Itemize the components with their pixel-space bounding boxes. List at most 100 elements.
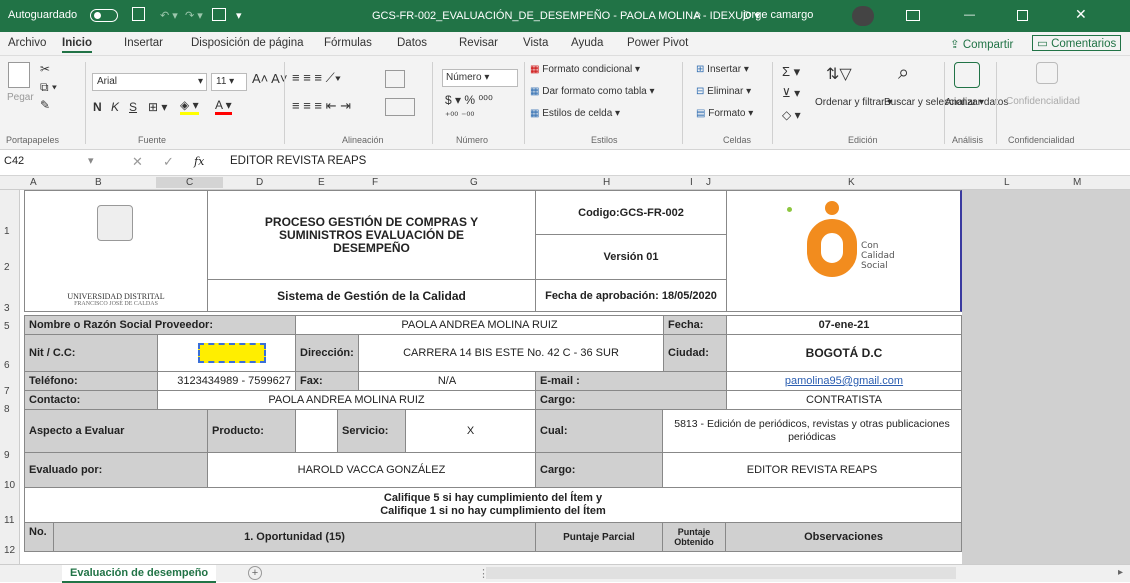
column-header[interactable]: G	[470, 177, 478, 188]
enter-icon[interactable]: ✓	[163, 154, 174, 170]
column-header[interactable]: K	[848, 177, 855, 188]
name-box[interactable]: C42	[4, 155, 84, 167]
horizontal-scrollbar[interactable]	[486, 567, 956, 579]
row-header[interactable]: 2	[4, 262, 10, 273]
document-code[interactable]: Codigo:GCS-FR-002	[535, 190, 727, 235]
grow-font-icon[interactable]: A˄ A˅	[252, 71, 287, 86]
fill-icon[interactable]: ⊻ ▾	[782, 86, 800, 100]
copy-icon[interactable]: ⧉ ▾	[40, 80, 57, 95]
process-title[interactable]: PROCESO GESTIÓN DE COMPRAS Y SUMINISTROS…	[207, 190, 536, 280]
column-header[interactable]: I	[690, 177, 693, 188]
row-header[interactable]: 6	[4, 360, 10, 371]
formula-input[interactable]: EDITOR REVISTA REAPS	[230, 155, 366, 167]
service-value[interactable]: X	[405, 409, 536, 453]
row-header[interactable]: 1	[4, 226, 10, 237]
city-value[interactable]: BOGOTÁ D.C	[726, 334, 962, 372]
name-box-dropdown-icon[interactable]: ▾	[88, 154, 94, 167]
cut-icon[interactable]: ✂	[40, 62, 50, 76]
insert-cells-button[interactable]: ⊞ Insertar ▾	[696, 64, 749, 75]
university-logo-cell[interactable]: UNIVERSIDAD DISTRITAL FRANCISCO JOSÉ DE …	[24, 190, 208, 312]
close-icon[interactable]: ✕	[1075, 6, 1087, 23]
row-header[interactable]: 12	[4, 545, 15, 556]
column-header[interactable]: M	[1073, 177, 1081, 188]
avatar[interactable]	[852, 6, 874, 26]
font-size-select[interactable]: 11 ▾	[211, 73, 247, 91]
phone-value[interactable]: 3123434989 - 7599627	[157, 371, 296, 391]
share-button[interactable]: ⇪ Compartir	[950, 37, 1013, 51]
analyze-data-label[interactable]: Analizar datos	[945, 96, 1008, 109]
row-header[interactable]: 8	[4, 404, 10, 415]
add-sheet-icon[interactable]: +	[248, 566, 262, 580]
sensitivity-icon[interactable]	[1036, 62, 1058, 84]
minimize-icon[interactable]: —	[964, 9, 975, 21]
cancel-icon[interactable]: ✕	[132, 154, 143, 170]
date-value[interactable]: 07-ene-21	[726, 315, 962, 335]
analyze-data-icon[interactable]	[954, 62, 980, 88]
tab-datos[interactable]: Datos	[397, 37, 427, 49]
number-format-select[interactable]: Número ▾	[442, 69, 518, 87]
find-icon[interactable]: ⌕	[898, 62, 909, 85]
fax-value[interactable]: N/A	[358, 371, 536, 391]
wrap-text-icon[interactable]	[385, 70, 405, 88]
delete-cells-button[interactable]: ⊟ Eliminar ▾	[696, 86, 751, 97]
column-header[interactable]: J	[706, 177, 711, 188]
tab-ayuda[interactable]: Ayuda	[571, 37, 603, 49]
which-value[interactable]: 5813 - Edición de periódicos, revistas y…	[662, 409, 962, 453]
quality-system-title[interactable]: Sistema de Gestión de la Calidad	[207, 279, 536, 312]
sensitivity-label[interactable]: Confidencialidad	[1006, 96, 1080, 107]
undo-icon[interactable]: ↶ ▾	[160, 9, 178, 22]
row-header[interactable]: 11	[4, 515, 14, 526]
scroll-right-icon[interactable]: ▸	[1118, 567, 1123, 578]
rating-instructions[interactable]: Califique 5 si hay cumplimiento del Ítem…	[24, 487, 962, 523]
tab-revisar[interactable]: Revisar	[459, 37, 498, 49]
font-name-select[interactable]: Arial ▾	[92, 73, 207, 91]
supplier-name-value[interactable]: PAOLA ANDREA MOLINA RUIZ	[295, 315, 664, 335]
column-header[interactable]: H	[603, 177, 610, 188]
column-header[interactable]: D	[256, 177, 263, 188]
column-header[interactable]: C	[156, 177, 224, 188]
row-header[interactable]: 7	[4, 386, 10, 397]
redo-icon[interactable]: ↷ ▾	[185, 9, 203, 22]
customize-qat-icon[interactable]: ▾	[236, 9, 242, 22]
borders-icon[interactable]: ⊞ ▾	[148, 100, 167, 114]
autosave-toggle[interactable]	[90, 9, 118, 22]
format-painter-icon[interactable]: ✎	[40, 98, 50, 112]
nit-value[interactable]	[157, 334, 296, 372]
tab-formulas[interactable]: Fórmulas	[324, 37, 372, 49]
role-value[interactable]: CONTRATISTA	[726, 390, 962, 410]
insert-function-icon[interactable]: fx	[194, 155, 204, 168]
paste-icon[interactable]	[8, 62, 30, 88]
format-cells-button[interactable]: ▤ Formato ▾	[696, 108, 753, 119]
sort-filter-label[interactable]: Ordenar y filtrar ▾	[815, 96, 892, 109]
ribbon-display-icon[interactable]	[906, 10, 920, 21]
tab-vista[interactable]: Vista	[523, 37, 548, 49]
tab-insertar[interactable]: Insertar	[124, 37, 163, 49]
tab-inicio[interactable]: Inicio	[62, 37, 93, 53]
quick-table-icon[interactable]	[212, 8, 226, 21]
align-left-icon[interactable]: ≡ ≡ ≡ ⇤ ⇥	[292, 98, 351, 114]
address-value[interactable]: CARRERA 14 BIS ESTE No. 42 C - 36 SUR	[358, 334, 664, 372]
sort-filter-icon[interactable]: ⇅▽	[826, 64, 852, 84]
comments-button[interactable]: ▭ Comentarios	[1032, 35, 1122, 51]
row-header[interactable]: 3	[4, 303, 10, 314]
row-header[interactable]: 5	[4, 321, 10, 332]
column-header[interactable]: E	[318, 177, 325, 188]
save-icon[interactable]	[132, 7, 145, 21]
restore-icon[interactable]	[1017, 10, 1028, 21]
fill-color-icon[interactable]: ◈ ▾	[180, 98, 199, 115]
tab-archivo[interactable]: Archivo	[8, 37, 46, 49]
decimal-icon[interactable]: ⁺⁰⁰ ⁻⁰⁰	[445, 111, 474, 122]
row-header[interactable]: 9	[4, 450, 10, 461]
column-header[interactable]: B	[95, 177, 102, 188]
autosum-icon[interactable]: Σ ▾	[782, 64, 800, 80]
underline-button[interactable]: S	[129, 100, 137, 114]
tab-disposicion[interactable]: Disposición de página	[191, 37, 304, 49]
document-version[interactable]: Versión 01	[535, 234, 727, 280]
quality-logo-cell[interactable]: Con Calidad Social	[726, 190, 962, 312]
contact-value[interactable]: PAOLA ANDREA MOLINA RUIZ	[157, 390, 536, 410]
evaluator-role-value[interactable]: EDITOR REVISTA REAPS	[662, 452, 962, 488]
bold-button[interactable]: N	[93, 100, 102, 114]
font-color-icon[interactable]: A ▾	[215, 98, 232, 115]
approval-date[interactable]: Fecha de aprobación: 18/05/2020	[535, 279, 727, 312]
clear-icon[interactable]: ◇ ▾	[782, 108, 801, 122]
